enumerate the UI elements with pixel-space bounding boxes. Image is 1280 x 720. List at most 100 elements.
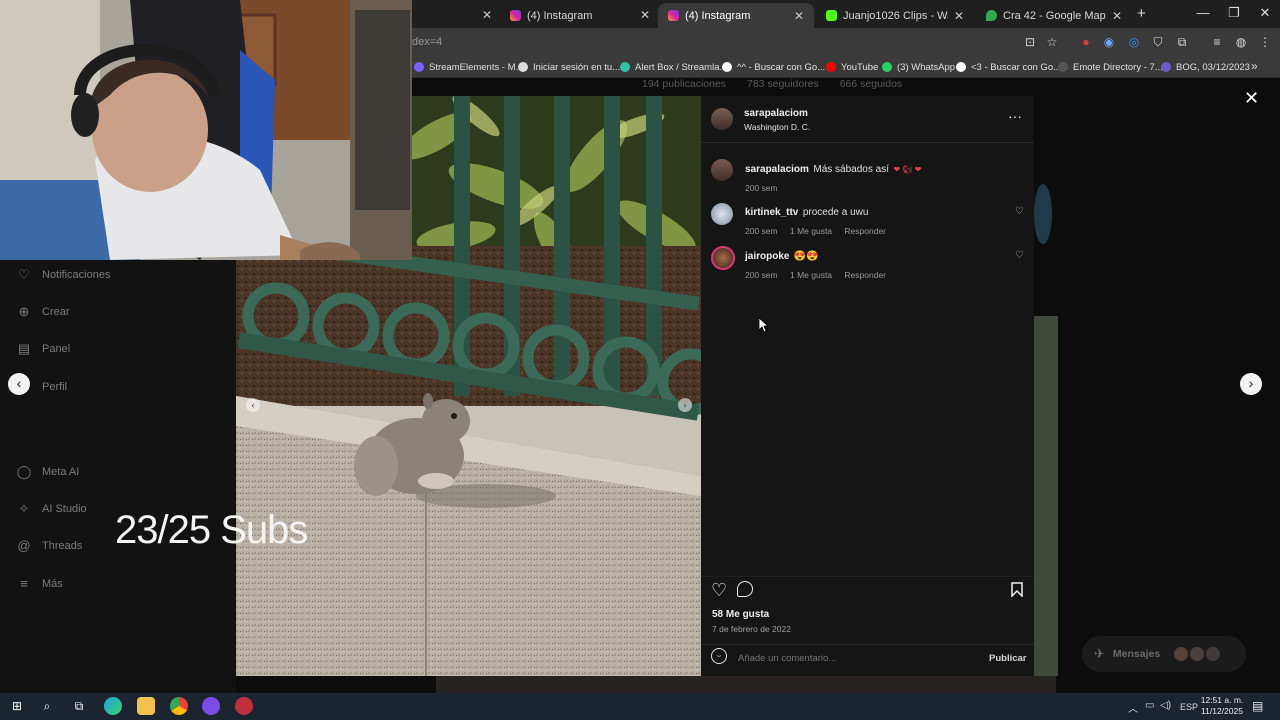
url-input[interactable]: dex=4 [412, 32, 1072, 52]
threads-icon: @ [17, 538, 31, 553]
shield-icon[interactable]: ⛉ [1150, 34, 1166, 50]
avatar[interactable] [711, 203, 733, 225]
close-tab-icon[interactable]: ✕ [794, 9, 804, 23]
volume-icon[interactable]: ◁) [1160, 700, 1171, 711]
language-indicator[interactable]: ESP [1180, 702, 1198, 712]
more-bookmarks-icon[interactable]: » [1251, 59, 1258, 73]
comment-item: kirtinek_ttv procede a uwu 200 sem 1 Me … [745, 202, 896, 236]
bookmark-item[interactable]: BOG, 03/12/2023 [1161, 59, 1250, 75]
extension-icon[interactable]: ◉ [1101, 34, 1117, 50]
comment-time[interactable]: 200 sem [745, 226, 778, 236]
app-icon[interactable] [235, 697, 253, 715]
extension-icon[interactable]: ◎ [1126, 34, 1142, 50]
edge-icon[interactable] [104, 697, 122, 715]
kebab-menu-icon[interactable]: ⋮ [1257, 34, 1273, 50]
comment-likes[interactable]: 1 Me gusta [790, 270, 832, 280]
bookmark-item[interactable]: StreamElements - M... [414, 59, 524, 75]
bookmark-label: Iniciar sesión en tu... [533, 61, 621, 73]
bookmark-label: ^^ - Buscar con Go... [737, 61, 826, 73]
tab-instagram-1[interactable]: (4) Instagram [500, 3, 652, 28]
comment-text: 😍😍 [793, 251, 819, 262]
followers-count[interactable]: 783 seguidores [747, 78, 819, 90]
sidebar-item-meta-ai[interactable]: ◯ Meta AI [16, 462, 80, 482]
comment-like-icon[interactable]: ♡ [1015, 250, 1024, 261]
carousel-next-icon[interactable]: › [678, 398, 692, 412]
close-tab-icon[interactable]: ✕ [482, 8, 492, 22]
tab-google-maps[interactable]: Cra 42 - Google Maps ✕ [976, 3, 1132, 28]
save-bookmark-icon[interactable] [1011, 582, 1023, 597]
new-tab-button[interactable]: + [1137, 5, 1146, 22]
extensions-puzzle-icon[interactable]: ⧉ [1174, 34, 1190, 50]
task-view-icon[interactable]: ⧉ [70, 697, 88, 715]
bookmark-item[interactable]: <3 - Buscar con Go... [956, 59, 1061, 75]
comment-likes[interactable]: 1 Me gusta [790, 226, 832, 236]
start-icon[interactable]: ⊞ [8, 697, 26, 715]
carousel-prev-icon[interactable]: ‹ [246, 398, 260, 412]
comment-like-icon[interactable]: ♡ [1015, 206, 1024, 217]
post-author[interactable]: sarapalaciom [744, 108, 810, 119]
avatar[interactable] [711, 159, 733, 181]
reply-button[interactable]: Responder [844, 270, 886, 280]
cast-icon[interactable]: ⊡ [1022, 34, 1038, 50]
comment-author[interactable]: jairopoke [745, 251, 789, 262]
caption-author[interactable]: sarapalaciom [745, 164, 809, 175]
search-icon[interactable]: ⌕ [38, 697, 56, 715]
webcam-overlay [0, 0, 412, 260]
bookmark-item[interactable]: Iniciar sesión en tu... [518, 59, 620, 75]
close-modal-icon[interactable]: ✕ [1244, 88, 1259, 109]
sidebar-item-crear[interactable]: ⊕ Crear [16, 302, 70, 322]
bookmark-item[interactable]: YouTube [826, 59, 878, 75]
comment-time[interactable]: 200 sem [745, 270, 778, 280]
close-tab-icon[interactable]: ✕ [1112, 9, 1122, 23]
post-location[interactable]: Washington D. C. [744, 122, 810, 132]
comment-input[interactable] [738, 650, 958, 666]
extension-icon[interactable]: ● [1078, 34, 1094, 50]
avatar[interactable] [711, 108, 733, 130]
publish-button[interactable]: Publicar [989, 653, 1027, 664]
prev-post-icon[interactable]: ‹ [8, 373, 30, 395]
close-tab-icon[interactable]: ✕ [954, 9, 964, 23]
notifications-icon[interactable]: ▤ [1252, 699, 1263, 713]
sidebar-item-ai-studio[interactable]: ✧ AI Studio [16, 499, 87, 519]
instagram-icon [668, 10, 679, 21]
bookmark-item[interactable]: Emote Directory - 7... [1058, 59, 1163, 75]
sidebar-item-label: Threads [42, 540, 83, 552]
tab-instagram-2[interactable]: (4) Instagram ✕ [658, 3, 814, 28]
reply-button[interactable]: Responder [844, 226, 886, 236]
floating-messages-button[interactable]: ✈ Mensajes [1082, 636, 1246, 672]
close-window-button[interactable]: ✕ [1250, 5, 1280, 21]
avatar[interactable] [711, 246, 735, 270]
sidebar-item-threads[interactable]: @ Threads [16, 536, 82, 556]
bookmark-item[interactable]: Alert Box / Streamla... [620, 59, 727, 75]
sidebar-item-panel[interactable]: ▤ Panel [16, 339, 70, 359]
profile-icon[interactable]: ◍ [1233, 34, 1249, 50]
maximize-button[interactable]: ❐ [1219, 5, 1249, 21]
bookmark-item[interactable]: (3) WhatsApp [882, 59, 955, 75]
following-count[interactable]: 666 seguidos [840, 78, 902, 90]
like-icon[interactable]: ♡ [711, 580, 727, 601]
caption-time[interactable]: 200 sem [745, 183, 778, 193]
sidebar-item-notificaciones[interactable]: ♡ Notificaciones [16, 265, 110, 285]
more-options-icon[interactable]: ··· [1008, 108, 1022, 124]
next-post-icon[interactable]: › [1240, 373, 1262, 395]
file-explorer-icon[interactable] [137, 697, 155, 715]
comment-author[interactable]: kirtinek_ttv [745, 207, 798, 218]
emoji-icon[interactable]: ⌣ [711, 648, 727, 664]
bookmark-label: YouTube [841, 61, 879, 73]
likes-count[interactable]: 58 Me gusta [712, 609, 769, 620]
sidebar-item-más[interactable]: ≡ Más [16, 574, 63, 594]
minimize-button[interactable]: — [1188, 5, 1218, 20]
obs-icon[interactable] [202, 697, 220, 715]
bookmark-label: <3 - Buscar con Go... [971, 61, 1062, 73]
chrome-icon[interactable] [170, 697, 188, 715]
mouse-cursor-icon [759, 318, 769, 332]
comment-icon[interactable] [737, 581, 753, 597]
reading-list-icon[interactable]: ≡ [1209, 34, 1225, 50]
bookmark-item[interactable]: ^^ - Buscar con Go... [722, 59, 825, 75]
close-tab-icon[interactable]: ✕ [640, 8, 650, 22]
tray-chevron-icon[interactable]: ︿ [1128, 700, 1138, 715]
bookmark-star-icon[interactable]: ☆ [1044, 34, 1060, 50]
clock[interactable]: 12:51 a. m. 11/12/2025 [1198, 695, 1246, 717]
network-icon[interactable]: ▭ [1145, 700, 1154, 711]
tab-kick-clips[interactable]: Juanjo1026 Clips - Watch Live ✕ [816, 3, 974, 28]
